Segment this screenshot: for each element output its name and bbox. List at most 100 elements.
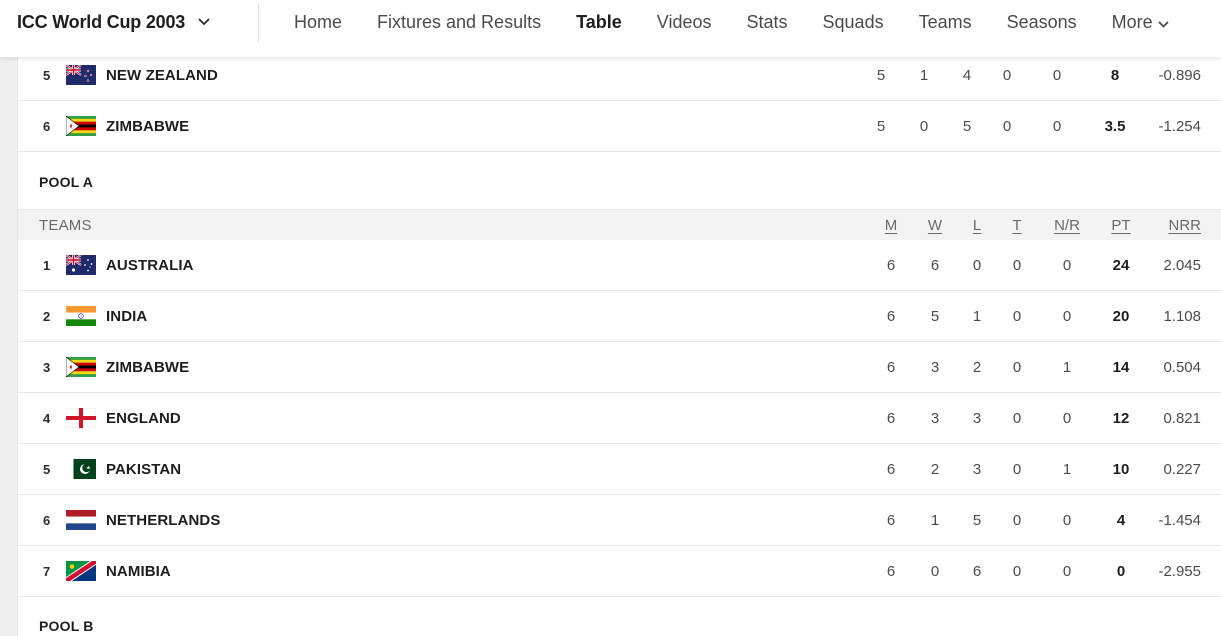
column-lost[interactable]: L: [957, 217, 997, 234]
nav-squads[interactable]: Squads: [823, 12, 884, 33]
pool-a-title: POOL A: [39, 173, 94, 190]
stat-nrr: 0.504: [1163, 358, 1201, 376]
stat-nrr: 2.045: [1163, 256, 1201, 274]
team-rank: 2: [43, 308, 51, 324]
nav-label: Teams: [918, 11, 972, 32]
stat-nrr: -0.896: [1158, 66, 1201, 84]
stat-w: 1: [930, 511, 940, 529]
column-teams: TEAMS: [39, 217, 92, 234]
stat-nr: 1: [1062, 460, 1072, 478]
table-row[interactable]: 5 NEW ZEALAND 5 1 4 0 0 8 -0.896: [18, 50, 1221, 101]
stat-t: 0: [1002, 117, 1012, 135]
stat-w: 3: [930, 358, 940, 376]
stat-nrr: -1.454: [1158, 511, 1201, 529]
stat-t: 0: [1012, 409, 1022, 427]
stat-l: 3: [972, 460, 982, 478]
team-name[interactable]: NAMIBIA: [106, 563, 171, 580]
nav-stats[interactable]: Stats: [747, 12, 788, 33]
zimbabwe-flag-icon: [66, 357, 96, 377]
stat-nr: 0: [1062, 256, 1072, 274]
stat-l: 2: [972, 358, 982, 376]
top-navigation-bar: ICC World Cup 2003 Home Fixtures and Resu…: [0, 0, 1221, 57]
stat-m: 5: [876, 117, 886, 135]
stat-m: 5: [876, 66, 886, 84]
team-rank: 7: [43, 563, 51, 579]
column-no-result[interactable]: N/R: [1047, 217, 1087, 234]
nav-home[interactable]: Home: [294, 12, 342, 33]
pool-b-title: POOL B: [39, 617, 94, 634]
team-rank: 6: [43, 512, 51, 528]
stat-m: 6: [886, 409, 896, 427]
nav-videos[interactable]: Videos: [657, 12, 712, 33]
nav-label: Squads: [822, 11, 884, 32]
column-tied[interactable]: T: [997, 217, 1037, 234]
team-name[interactable]: NEW ZEALAND: [106, 67, 218, 84]
stat-t: 0: [1012, 307, 1022, 325]
team-name[interactable]: INDIA: [106, 308, 147, 325]
column-matches[interactable]: M: [871, 217, 911, 234]
table-row[interactable]: 7 NAMIBIA 6 0 6 0 0 0 -2.955: [18, 546, 1221, 597]
series-title: ICC World Cup 2003: [17, 11, 186, 32]
team-name[interactable]: ENGLAND: [106, 410, 181, 427]
chevron-down-icon[interactable]: [197, 15, 211, 29]
stat-nrr: -1.254: [1158, 117, 1201, 135]
team-name[interactable]: PAKISTAN: [106, 461, 181, 478]
stat-t: 0: [1012, 256, 1022, 274]
table-row[interactable]: 5 PAKISTAN 6 2 3 0 1 10 0.227: [18, 444, 1221, 495]
stat-l: 1: [972, 307, 982, 325]
stat-w: 1: [919, 66, 929, 84]
stat-l: 6: [972, 562, 982, 580]
stat-pt: 8: [1110, 66, 1120, 84]
stat-l: 4: [962, 66, 972, 84]
stat-nr: 0: [1062, 562, 1072, 580]
table-row[interactable]: 6 ZIMBABWE 5 0 5 0 0 3.5 -1.254: [18, 101, 1221, 152]
stat-w: 0: [930, 562, 940, 580]
stat-m: 6: [886, 307, 896, 325]
nav-seasons[interactable]: Seasons: [1007, 12, 1077, 33]
stat-l: 0: [972, 256, 982, 274]
previous-pool-rows: 5 NEW ZEALAND 5 1 4 0 0 8 -0.896 6 ZIMBABWE 5 0 5 0 0 3.…: [18, 50, 1221, 152]
stat-nr: 0: [1052, 66, 1062, 84]
stat-l: 5: [972, 511, 982, 529]
stat-t: 0: [1012, 511, 1022, 529]
team-name[interactable]: ZIMBABWE: [106, 118, 189, 135]
series-selector[interactable]: ICC World Cup 2003: [17, 0, 211, 44]
table-row[interactable]: 3 ZIMBABWE 6 3 2 0 1 14 0.504: [18, 342, 1221, 393]
nav-teams[interactable]: Teams: [919, 12, 972, 33]
nav-label: Table: [576, 11, 622, 32]
team-name[interactable]: ZIMBABWE: [106, 359, 189, 376]
table-row[interactable]: 1 AUSTRALIA 6 6 0 0 0 24 2.045: [18, 240, 1221, 291]
stat-nrr: 1.108: [1163, 307, 1201, 325]
table-row[interactable]: 4 ENGLAND 6 3 3 0 0 12 0.821: [18, 393, 1221, 444]
india-flag-icon: [66, 306, 96, 326]
nav-more[interactable]: More: [1112, 12, 1169, 33]
nav-table[interactable]: Table: [576, 12, 622, 33]
nav-label: Stats: [746, 11, 788, 32]
table-row[interactable]: 2 INDIA 6 5 1 0 0 20 1.108: [18, 291, 1221, 342]
stat-m: 6: [886, 562, 896, 580]
stat-nr: 1: [1062, 358, 1072, 376]
team-name[interactable]: AUSTRALIA: [106, 257, 194, 274]
zimbabwe-flag-icon: [66, 116, 96, 136]
stat-m: 6: [886, 256, 896, 274]
stat-w: 3: [930, 409, 940, 427]
nav-label: Seasons: [1006, 11, 1077, 32]
nav-divider: [258, 4, 259, 42]
pool-a-heading: POOL A: [18, 154, 1221, 209]
pool-a-rows: 1 AUSTRALIA 6 6 0 0 0 2 4 2.045 2 INDIA 6 5 1 0 0 2 0 1.108…: [18, 240, 1221, 597]
team-rank: 6: [43, 118, 51, 134]
nav-fixtures-and-results[interactable]: Fixtures and Results: [377, 12, 541, 33]
stat-nrr: 0.821: [1163, 409, 1201, 427]
stat-nrr: -2.955: [1158, 562, 1201, 580]
stat-w: 0: [919, 117, 929, 135]
pool-b-heading: POOL B: [18, 598, 1221, 636]
team-rank: 5: [43, 67, 51, 83]
column-net-run-rate[interactable]: NRR: [1131, 217, 1202, 234]
team-name[interactable]: NETHERLANDS: [106, 512, 220, 529]
table-row[interactable]: 6 NETHERLANDS 6 1 5 0 0 4 -1.454: [18, 495, 1221, 546]
stat-l: 3: [972, 409, 982, 427]
column-won[interactable]: W: [915, 217, 955, 234]
table-column-header: TEAMS M W L T N/R PT NRR: [18, 209, 1221, 240]
australia-flag-icon: [66, 255, 96, 275]
team-rank: 3: [43, 359, 51, 375]
